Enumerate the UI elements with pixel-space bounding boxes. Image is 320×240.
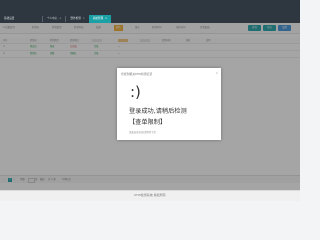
tab-strip: 基础设置 个人中心 × 野外检测 × 系统管理 × <box>0 15 300 23</box>
dialog-title: 查找到相关KTW检测记录 <box>121 72 153 76</box>
dialog-tag: 【查单限制】 <box>129 119 167 126</box>
tab-personal-center[interactable]: 个人中心 × <box>43 15 65 23</box>
tab-label: 基础设置 <box>4 17 15 20</box>
tab-field-detection[interactable]: 野外检测 × <box>66 15 88 23</box>
tab-label: 系统管理 <box>92 17 104 20</box>
tab-label: 个人中心 <box>47 17 58 20</box>
close-icon[interactable]: × <box>105 15 107 23</box>
dialog-message: 登录成功,请稍后检测 <box>129 108 187 115</box>
close-icon[interactable]: × <box>215 71 218 75</box>
smiley-icon: :) <box>130 83 141 101</box>
status-bar: KTW检测系统 版权所有 <box>0 190 300 201</box>
tab-label: 野外检测 <box>70 17 81 20</box>
tab-base-settings[interactable]: 基础设置 <box>0 15 42 23</box>
dialog-footer: 页面自动关闭,请等待下次 <box>129 131 157 134</box>
close-icon[interactable]: × <box>59 15 61 23</box>
notification-dialog: 查找到相关KTW检测记录 × :) 登录成功,请稍后检测 【查单限制】 页面自动… <box>117 68 221 140</box>
tab-system-management[interactable]: 系统管理 × <box>88 15 112 23</box>
close-icon[interactable]: × <box>83 15 85 23</box>
status-text: KTW检测系统 版权所有 <box>134 193 166 197</box>
